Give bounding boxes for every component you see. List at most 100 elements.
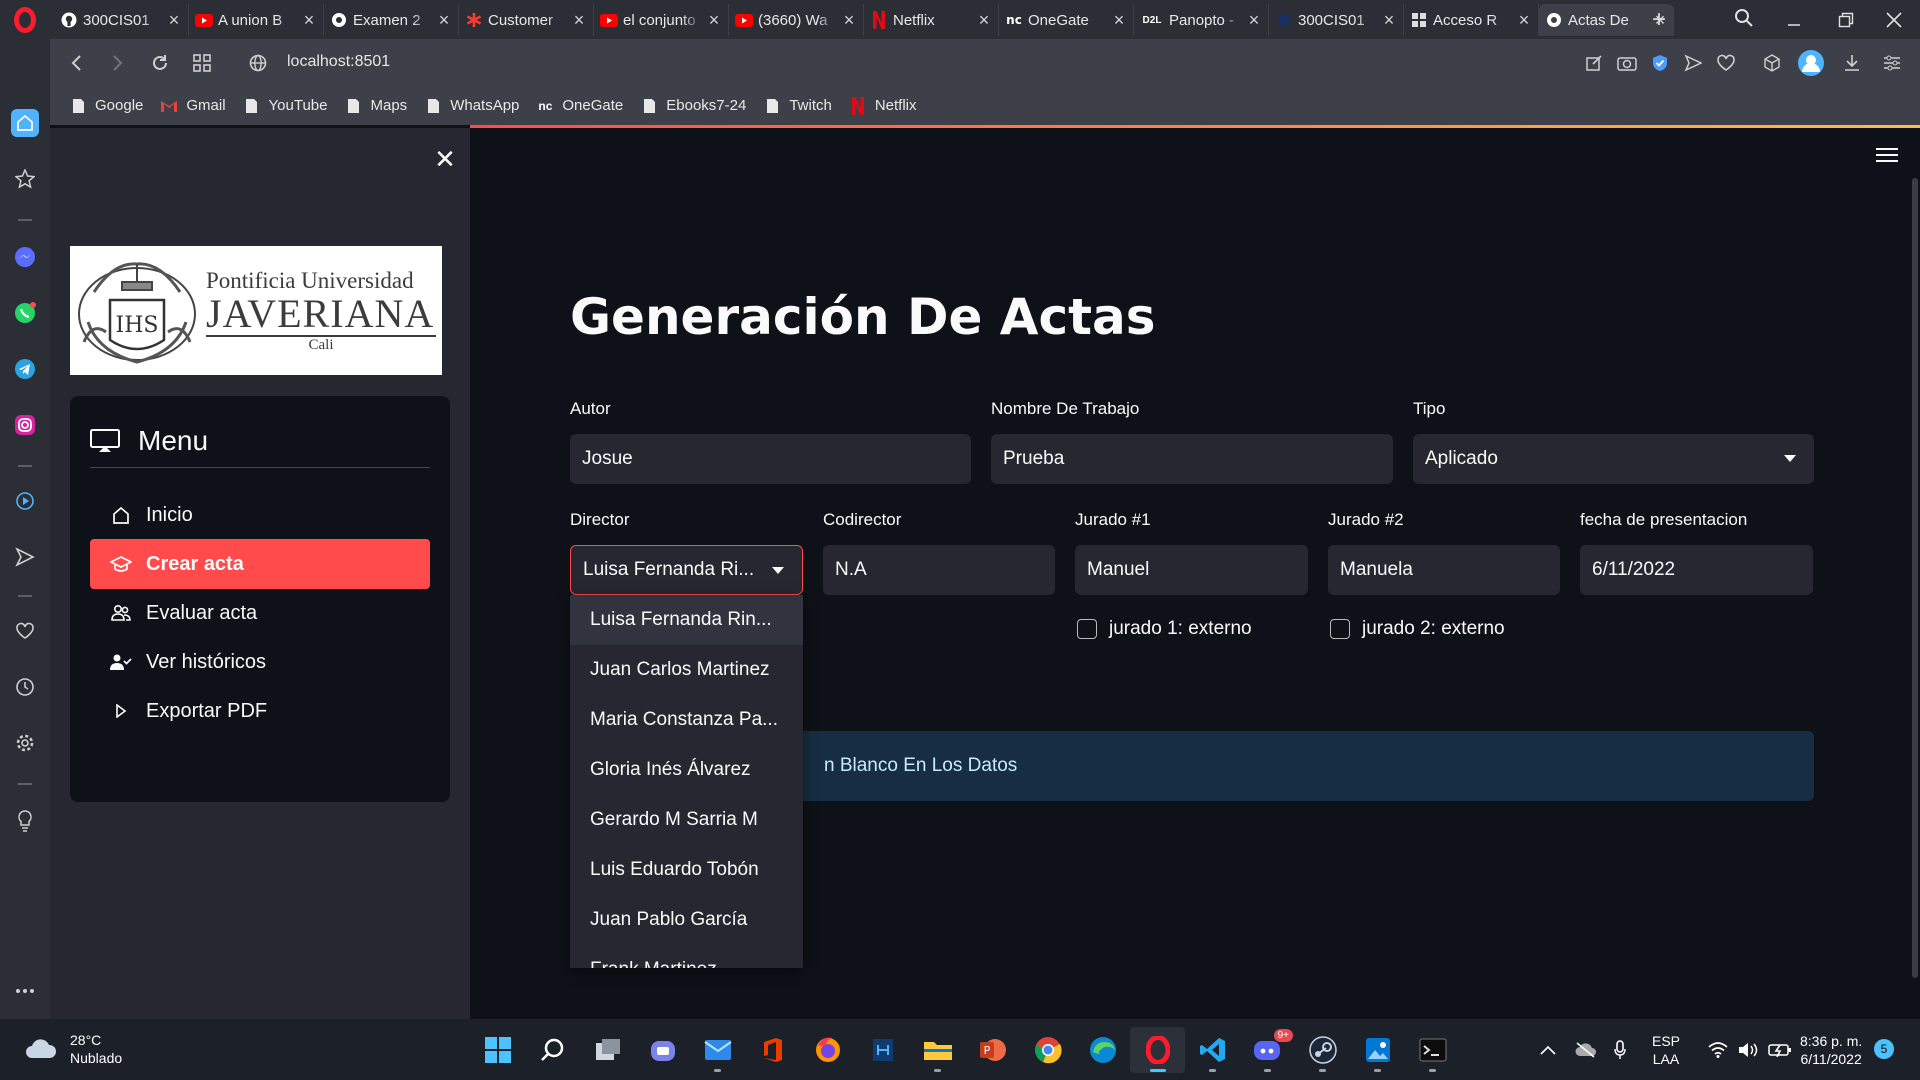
jurado1-input[interactable]: Manuel (1075, 545, 1308, 595)
teams-icon[interactable] (635, 1027, 690, 1073)
tab-search-icon[interactable] (1734, 8, 1754, 28)
steam-icon[interactable] (1295, 1027, 1350, 1073)
microphone-icon[interactable] (1614, 1039, 1626, 1060)
director-option[interactable]: Juan Pablo García (570, 895, 803, 945)
more-dots-icon[interactable] (11, 977, 39, 1005)
tab-300cis01[interactable]: 300CIS01 × (54, 4, 189, 36)
firefox-icon[interactable] (800, 1027, 855, 1073)
lightbulb-icon[interactable] (11, 807, 39, 835)
director-option[interactable]: Frank Martinez (570, 945, 803, 968)
bookmark-youtube[interactable]: YouTube (244, 97, 328, 114)
bookmark-twitch[interactable]: Twitch (764, 97, 832, 114)
file-explorer-icon[interactable] (910, 1027, 965, 1073)
send-icon[interactable] (1681, 51, 1705, 75)
opera-icon[interactable] (1130, 1027, 1185, 1073)
my-flow-icon[interactable] (11, 543, 39, 571)
fecha-date-input[interactable]: 6/11/2022 (1580, 545, 1813, 595)
close-icon[interactable]: × (706, 11, 722, 29)
bookmark-netflix[interactable]: Netflix (850, 96, 917, 115)
close-icon[interactable]: × (976, 11, 992, 29)
close-icon[interactable]: × (436, 11, 452, 29)
whatsapp-icon[interactable] (11, 299, 39, 327)
star-bookmarks-icon[interactable] (11, 165, 39, 193)
tab-el-conjunto[interactable]: el conjunto × (594, 4, 729, 36)
menu-item-inicio[interactable]: Inicio (90, 490, 430, 540)
close-icon[interactable]: × (166, 11, 182, 29)
jurado2-input[interactable]: Manuela (1328, 545, 1560, 595)
tab-customer[interactable]: Customer × (459, 4, 594, 36)
tab-300cis01-d2l[interactable]: 300CIS01 × (1269, 4, 1404, 36)
task-view-icon[interactable] (580, 1027, 635, 1073)
weather-widget[interactable]: 28°C Nublado (24, 1031, 122, 1067)
terminal-icon[interactable] (1405, 1027, 1460, 1073)
volume-icon[interactable] (1738, 1042, 1758, 1058)
tab-netflix[interactable]: Netflix × (864, 4, 999, 36)
vscode-icon[interactable] (1185, 1027, 1240, 1073)
director-option[interactable]: Luis Eduardo Tobón (570, 845, 803, 895)
close-icon[interactable]: × (571, 11, 587, 29)
snapshot-edit-icon[interactable] (1582, 51, 1606, 75)
extensions-cube-icon[interactable] (1760, 51, 1784, 75)
menu-item-exportar-pdf[interactable]: Exportar PDF (90, 686, 430, 736)
camera-icon[interactable] (1615, 51, 1639, 75)
close-icon[interactable]: × (1246, 11, 1262, 29)
bookmark-ebooks[interactable]: Ebooks7-24 (641, 97, 746, 114)
download-icon[interactable] (1840, 51, 1864, 75)
restore-button[interactable] (1826, 4, 1866, 36)
battery-charging-icon[interactable] (1768, 1043, 1792, 1057)
bookmark-google[interactable]: Google (70, 97, 143, 114)
director-option[interactable]: Maria Constanza Pa... (570, 695, 803, 745)
code-editor-icon[interactable] (855, 1027, 910, 1073)
close-icon[interactable]: × (1111, 11, 1127, 29)
tab-grid-icon[interactable] (190, 51, 214, 75)
tab-onegate[interactable]: nc OneGate × (999, 4, 1134, 36)
opera-logo-icon[interactable] (0, 0, 50, 39)
home-speed-dial-icon[interactable] (11, 109, 39, 137)
close-window-button[interactable] (1874, 4, 1914, 36)
close-icon[interactable]: × (1381, 11, 1397, 29)
mail-icon[interactable] (690, 1027, 745, 1073)
back-button[interactable] (64, 51, 88, 75)
bookmark-gmail[interactable]: Gmail (161, 97, 226, 114)
autor-input[interactable]: Josue (570, 434, 971, 484)
taskbar-clock[interactable]: 8:36 p. m. 6/11/2022 (1800, 1032, 1862, 1068)
jurado2-externo-checkbox[interactable]: jurado 2: externo (1330, 618, 1505, 640)
powerpoint-icon[interactable]: P (965, 1027, 1020, 1073)
search-icon[interactable] (525, 1027, 580, 1073)
photos-icon[interactable] (1350, 1027, 1405, 1073)
director-option[interactable]: Gloria Inés Álvarez (570, 745, 803, 795)
menu-item-ver-historicos[interactable]: Ver históricos (90, 637, 430, 687)
cloud-offline-icon[interactable] (1574, 1041, 1596, 1058)
profile-avatar-icon[interactable] (1797, 49, 1825, 77)
settings-gear-icon[interactable] (11, 729, 39, 757)
reload-button[interactable] (148, 51, 172, 75)
new-tab-button[interactable]: + (1652, 6, 1666, 34)
jurado1-externo-checkbox[interactable]: jurado 1: externo (1077, 618, 1252, 640)
heart-icon[interactable] (11, 617, 39, 645)
bookmark-whatsapp[interactable]: WhatsApp (425, 97, 519, 114)
wifi-icon[interactable] (1708, 1041, 1728, 1058)
tab-a-union-b[interactable]: A union B × (189, 4, 324, 36)
site-info-globe-icon[interactable] (246, 51, 270, 75)
url-field[interactable]: localhost:8501 (287, 53, 390, 71)
office-icon[interactable] (745, 1027, 800, 1073)
player-icon[interactable] (11, 487, 39, 515)
director-option[interactable]: Juan Carlos Martinez (570, 645, 803, 695)
codirector-input[interactable]: N.A (823, 545, 1055, 595)
close-sidebar-icon[interactable]: ✕ (430, 144, 460, 174)
history-clock-icon[interactable] (11, 673, 39, 701)
easy-setup-icon[interactable] (1880, 51, 1904, 75)
edge-icon[interactable] (1075, 1027, 1130, 1073)
tab-examen-2[interactable]: Examen 2 × (324, 4, 459, 36)
bookmark-onegate[interactable]: nc OneGate (537, 97, 623, 114)
vpn-shield-icon[interactable] (1648, 51, 1672, 75)
chevron-up-icon[interactable] (1540, 1045, 1556, 1055)
director-option[interactable]: Luisa Fernanda Rin... (570, 595, 803, 645)
notification-badge[interactable]: 5 (1874, 1039, 1894, 1059)
nombre-trabajo-input[interactable]: Prueba (991, 434, 1393, 484)
director-select[interactable]: Luisa Fernanda Ri... (570, 545, 803, 595)
menu-item-crear-acta[interactable]: Crear acta (90, 539, 430, 589)
tipo-select[interactable]: Aplicado (1413, 434, 1814, 484)
telegram-icon[interactable] (11, 355, 39, 383)
close-icon[interactable]: × (1516, 11, 1532, 29)
